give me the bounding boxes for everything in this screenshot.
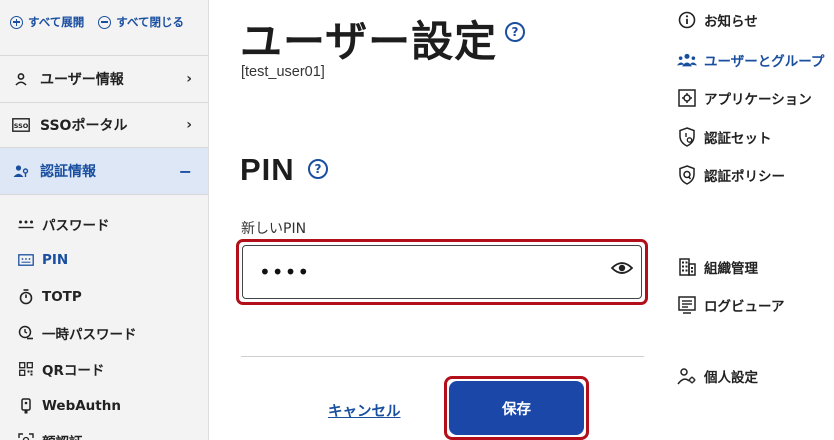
- security-key-icon: [18, 398, 34, 414]
- shield-q-icon: [677, 165, 697, 185]
- svg-text:SSO: SSO: [14, 122, 29, 130]
- qr-code-icon: [18, 361, 34, 377]
- nav-item-label: お知らせ: [704, 14, 758, 30]
- plus-circle-icon: [10, 15, 23, 29]
- building-icon: [677, 257, 697, 277]
- sidebar-subitem-label: 顔認証: [42, 431, 83, 440]
- nav-item-personal-settings[interactable]: 個人設定: [677, 365, 758, 387]
- sidebar-item-label: SSOポータル: [40, 118, 128, 134]
- sidebar-subitem-label: 一時パスワード: [42, 327, 137, 343]
- form-divider: [241, 356, 644, 357]
- pin-pad-icon: [18, 252, 34, 268]
- expand-all-link[interactable]: すべて展開: [10, 14, 84, 30]
- section-title: PIN: [240, 152, 295, 187]
- nav-item-label: ログビューア: [704, 299, 785, 315]
- nav-item-users-groups[interactable]: ユーザーとグループ: [677, 49, 824, 71]
- nav-item-label: 認証セット: [704, 131, 772, 147]
- nav-item-label: ユーザーとグループ: [704, 54, 825, 70]
- nav-item-notifications[interactable]: お知らせ: [677, 9, 758, 31]
- sidebar-subitem-pin[interactable]: PIN: [18, 246, 208, 274]
- info-icon: [677, 10, 697, 30]
- nav-item-log-viewer[interactable]: ログビューア: [677, 294, 784, 316]
- sso-icon: SSO: [12, 116, 30, 134]
- log-viewer-icon: [677, 295, 697, 315]
- sidebar-subitem-totp[interactable]: TOTP: [18, 283, 208, 311]
- expand-collapse-row: すべて展開 すべて閉じる: [10, 14, 202, 30]
- person-icon: [12, 70, 30, 88]
- sidebar-item-auth-info[interactable]: 認証情報 −: [0, 148, 208, 194]
- sidebar-item-label: 認証情報: [40, 164, 96, 180]
- sidebar-item-sso-portal[interactable]: SSO SSOポータル ›: [0, 102, 208, 148]
- nav-item-org-management[interactable]: 組織管理: [677, 256, 758, 278]
- minus-icon: −: [178, 161, 192, 181]
- sidebar-subitem-face-auth[interactable]: 顔認証: [18, 427, 208, 440]
- sidebar-subitem-label: パスワード: [42, 218, 110, 234]
- face-scan-icon: [18, 433, 34, 440]
- nav-item-label: アプリケーション: [704, 92, 812, 108]
- sidebar-item-user-info[interactable]: ユーザー情報 ›: [0, 56, 208, 102]
- collapse-all-label: すべて閉じる: [116, 15, 184, 29]
- person-gear-icon: [677, 366, 697, 386]
- page-title: ユーザー設定: [240, 17, 498, 66]
- sidebar-subitem-label: TOTP: [42, 289, 82, 305]
- sidebar-subitem-label: WebAuthn: [42, 398, 121, 414]
- nav-item-label: 組織管理: [704, 261, 758, 277]
- pin-input[interactable]: [242, 245, 642, 299]
- password-dots-icon: [18, 216, 34, 232]
- sidebar-subitem-webauthn[interactable]: WebAuthn: [18, 392, 208, 420]
- shield-gear-icon: [677, 127, 697, 147]
- sidebar-subitem-temp-password[interactable]: 一時パスワード: [18, 319, 208, 347]
- sidebar: すべて展開 すべて閉じる ユーザー情報 › SSO SSOポータル › 認証情報…: [0, 0, 209, 440]
- cancel-button[interactable]: キャンセル: [328, 400, 401, 421]
- chevron-right-icon: ›: [186, 71, 192, 87]
- sidebar-divider: [0, 194, 209, 195]
- collapse-all-link[interactable]: すべて閉じる: [98, 14, 184, 30]
- expand-all-label: すべて展開: [28, 15, 85, 29]
- nav-item-label: 認証ポリシー: [704, 169, 785, 185]
- sidebar-subitem-label: PIN: [42, 252, 69, 268]
- nav-item-auth-sets[interactable]: 認証セット: [677, 126, 772, 148]
- chevron-right-icon: ›: [186, 117, 192, 133]
- timer-icon: [18, 289, 34, 305]
- users-group-icon: [677, 50, 697, 70]
- sidebar-subitem-password[interactable]: パスワード: [18, 210, 208, 238]
- clock-key-icon: [18, 325, 34, 341]
- sidebar-item-label: ユーザー情報: [40, 72, 124, 88]
- sidebar-subitem-qr-code[interactable]: QRコード: [18, 355, 208, 383]
- person-key-icon: [12, 162, 30, 180]
- nav-item-auth-policy[interactable]: 認証ポリシー: [677, 164, 785, 186]
- eye-icon[interactable]: [610, 260, 634, 276]
- minus-circle-icon: [98, 15, 112, 29]
- nav-item-label: 個人設定: [704, 370, 758, 386]
- help-icon[interactable]: ?: [308, 159, 328, 179]
- pin-field-label: 新しいPIN: [241, 221, 307, 237]
- nav-item-applications[interactable]: アプリケーション: [677, 87, 812, 109]
- help-icon[interactable]: ?: [505, 22, 525, 42]
- user-id-label: [test_user01]: [241, 64, 325, 80]
- gear-box-icon: [677, 88, 697, 108]
- save-button[interactable]: 保存: [449, 381, 584, 435]
- sidebar-subitem-label: QRコード: [42, 363, 105, 379]
